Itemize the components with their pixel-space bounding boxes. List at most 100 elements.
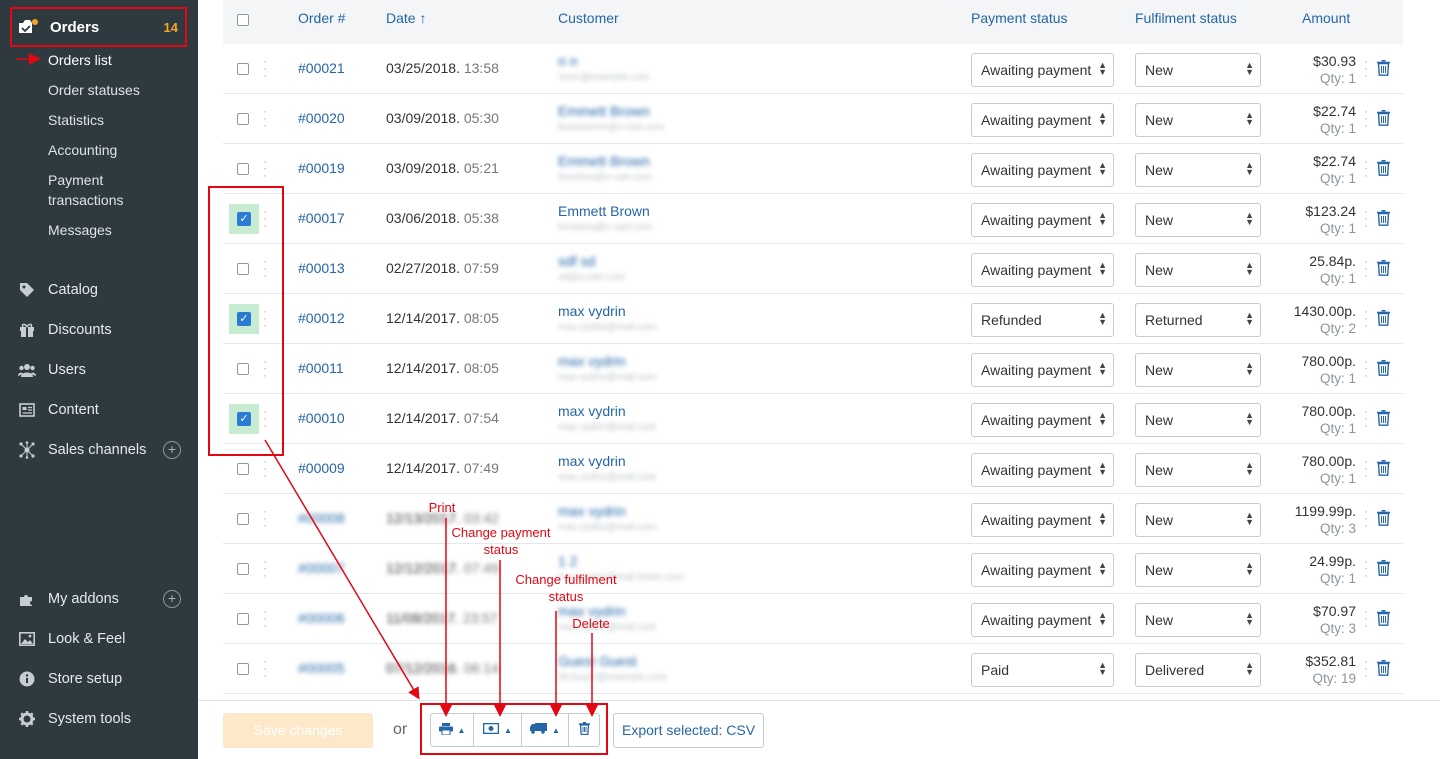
sidebar-sub-accounting[interactable]: Accounting: [48, 140, 117, 160]
delete-row-trash-icon[interactable]: [1377, 610, 1391, 627]
delete-row-trash-icon[interactable]: [1377, 660, 1391, 677]
fulfilment-status-select[interactable]: New ▲ ▼: [1135, 553, 1261, 587]
row-menu-icon[interactable]: · · ·: [1364, 55, 1368, 81]
order-number-link[interactable]: #00011: [298, 360, 344, 376]
column-header-amount[interactable]: Amount: [1302, 10, 1350, 26]
column-header-customer[interactable]: Customer: [558, 10, 619, 26]
sidebar-item-sales-channels[interactable]: Sales channels +: [18, 439, 183, 461]
fulfilment-status-select[interactable]: New ▲ ▼: [1135, 253, 1261, 287]
sidebar-item-my-addons[interactable]: My addons +: [18, 588, 183, 610]
payment-status-select[interactable]: Awaiting payment ▲ ▼: [971, 103, 1114, 137]
fulfilment-status-select[interactable]: New ▲ ▼: [1135, 203, 1261, 237]
payment-status-select[interactable]: Awaiting payment ▲ ▼: [971, 503, 1114, 537]
customer-name-link[interactable]: Emmett Brown: [558, 153, 650, 169]
fulfilment-status-select[interactable]: New ▲ ▼: [1135, 103, 1261, 137]
row-drag-handle-icon[interactable]: · · ·: [263, 105, 267, 131]
delete-row-trash-icon[interactable]: [1377, 360, 1391, 377]
row-menu-icon[interactable]: · · ·: [1364, 555, 1368, 581]
row-drag-handle-icon[interactable]: · · ·: [263, 555, 267, 581]
table-row[interactable]: ✓ · · · #00017 03/06/2018. 05:38 Emmett Brown l…: [223, 194, 1403, 244]
payment-status-select[interactable]: Refunded ▲ ▼: [971, 303, 1114, 337]
fulfilment-status-select[interactable]: New ▲ ▼: [1135, 403, 1261, 437]
payment-status-select[interactable]: Awaiting payment ▲ ▼: [971, 453, 1114, 487]
delete-row-trash-icon[interactable]: [1377, 60, 1391, 77]
row-menu-icon[interactable]: · · ·: [1364, 655, 1368, 681]
table-row[interactable]: · · · #00011 12/14/2017. 08:05 max vydrin max.…: [223, 344, 1403, 394]
select-all-checkbox[interactable]: [237, 14, 249, 26]
sidebar-item-system-tools[interactable]: System tools: [18, 708, 183, 730]
payment-status-select[interactable]: Awaiting payment ▲ ▼: [971, 553, 1114, 587]
column-header-order[interactable]: Order #: [298, 10, 345, 26]
sidebar-sub-transactions[interactable]: transactions: [48, 190, 123, 210]
customer-name-link[interactable]: Emmett Brown: [558, 103, 650, 119]
sidebar-item-catalog[interactable]: Catalog: [18, 279, 183, 301]
payment-status-select[interactable]: Awaiting payment ▲ ▼: [971, 403, 1114, 437]
fulfilment-status-select[interactable]: New ▲ ▼: [1135, 53, 1261, 87]
order-number-link[interactable]: #00013: [298, 260, 345, 276]
row-menu-icon[interactable]: · · ·: [1364, 155, 1368, 181]
order-number-link[interactable]: #00005: [298, 660, 345, 676]
delete-row-trash-icon[interactable]: [1377, 210, 1391, 227]
row-menu-icon[interactable]: · · ·: [1364, 405, 1368, 431]
order-number-link[interactable]: #00017: [298, 210, 345, 226]
sidebar-item-look-feel[interactable]: Look & Feel: [18, 628, 183, 650]
row-menu-icon[interactable]: · · ·: [1364, 255, 1368, 281]
delete-row-trash-icon[interactable]: [1377, 160, 1391, 177]
customer-name-link[interactable]: max vydrin: [558, 353, 626, 369]
payment-status-select[interactable]: Awaiting payment ▲ ▼: [971, 203, 1114, 237]
fulfilment-status-select[interactable]: New ▲ ▼: [1135, 503, 1261, 537]
order-number-link[interactable]: #00006: [298, 610, 345, 626]
customer-name-link[interactable]: max vydrin: [558, 503, 626, 519]
customer-name-link[interactable]: n n: [558, 53, 577, 69]
table-row[interactable]: · · · #00007 12/12/2017. 07:49 1 2 max.vydrin@…: [223, 544, 1403, 594]
sidebar-sub-messages[interactable]: Messages: [48, 220, 112, 240]
table-row[interactable]: ✓ · · · #00010 12/14/2017. 07:54 max vydrin max…: [223, 394, 1403, 444]
row-drag-handle-icon[interactable]: · · ·: [263, 655, 267, 681]
sidebar-item-store-setup[interactable]: Store setup: [18, 668, 183, 690]
table-row[interactable]: · · · #00009 12/14/2017. 07:49 max vydrin max.…: [223, 444, 1403, 494]
sidebar-sub-statistics[interactable]: Statistics: [48, 110, 104, 130]
order-number-link[interactable]: #00009: [298, 460, 345, 476]
row-drag-handle-icon[interactable]: · · ·: [263, 605, 267, 631]
row-menu-icon[interactable]: · · ·: [1364, 305, 1368, 331]
fulfilment-status-select[interactable]: New ▲ ▼: [1135, 603, 1261, 637]
delete-row-trash-icon[interactable]: [1377, 410, 1391, 427]
delete-row-trash-icon[interactable]: [1377, 460, 1391, 477]
row-drag-handle-icon[interactable]: · · ·: [263, 505, 267, 531]
row-menu-icon[interactable]: · · ·: [1364, 605, 1368, 631]
delete-row-trash-icon[interactable]: [1377, 310, 1391, 327]
row-checkbox[interactable]: [237, 513, 249, 525]
row-checkbox[interactable]: [237, 463, 249, 475]
order-number-link[interactable]: #00007: [298, 560, 345, 576]
table-row[interactable]: ✓ · · · #00012 12/14/2017. 08:05 max vydrin max…: [223, 294, 1403, 344]
sidebar-item-content[interactable]: Content: [18, 399, 183, 421]
table-row[interactable]: · · · #00008 12/13/2017. 03:42 max vydrin max.…: [223, 494, 1403, 544]
delete-row-trash-icon[interactable]: [1377, 260, 1391, 277]
row-checkbox[interactable]: [237, 613, 249, 625]
column-header-date[interactable]: Date ↑: [386, 10, 426, 26]
fulfilment-status-select[interactable]: New ▲ ▼: [1135, 353, 1261, 387]
table-row[interactable]: · · · #00020 03/09/2018. 05:30 Emmett Brown br…: [223, 94, 1403, 144]
payment-status-select[interactable]: Awaiting payment ▲ ▼: [971, 153, 1114, 187]
fulfilment-status-select[interactable]: New ▲ ▼: [1135, 453, 1261, 487]
order-number-link[interactable]: #00021: [298, 60, 345, 76]
payment-status-select[interactable]: Awaiting payment ▲ ▼: [971, 53, 1114, 87]
fulfilment-status-select[interactable]: Returned ▲ ▼: [1135, 303, 1261, 337]
column-header-payment-status[interactable]: Payment status: [971, 10, 1068, 26]
sidebar-item-users[interactable]: Users: [18, 359, 183, 381]
payment-status-select[interactable]: Awaiting payment ▲ ▼: [971, 353, 1114, 387]
fulfilment-status-select[interactable]: New ▲ ▼: [1135, 153, 1261, 187]
row-checkbox[interactable]: [237, 63, 249, 75]
sidebar-sub-orders-list[interactable]: Orders list: [48, 50, 112, 70]
customer-name-link[interactable]: max vydrin: [558, 403, 626, 419]
export-csv-button[interactable]: Export selected: CSV: [613, 713, 765, 748]
table-row[interactable]: · · · #00013 02/27/2018. 07:59 sdf sd sd@x-car…: [223, 244, 1403, 294]
order-number-link[interactable]: #00010: [298, 410, 345, 426]
customer-name-link[interactable]: max vydrin: [558, 303, 626, 319]
order-number-link[interactable]: #00012: [298, 310, 345, 326]
delete-row-trash-icon[interactable]: [1377, 560, 1391, 577]
row-drag-handle-icon[interactable]: · · ·: [263, 55, 267, 81]
row-menu-icon[interactable]: · · ·: [1364, 505, 1368, 531]
customer-name-link[interactable]: Emmett Brown: [558, 203, 650, 219]
customer-name-link[interactable]: Guest Guest: [558, 653, 637, 669]
